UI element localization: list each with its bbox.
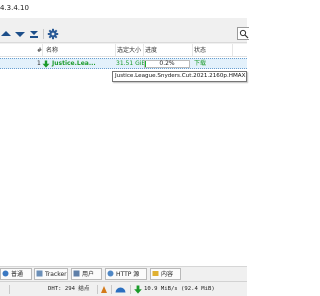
tab-content-label: 内容 xyxy=(161,271,174,278)
row-name: Justice.Lea... xyxy=(52,60,96,67)
tab-peers[interactable]: 用户 xyxy=(71,268,102,280)
column-header-name[interactable]: 名称 xyxy=(46,44,58,57)
row-status: 下载 xyxy=(194,60,207,67)
status-separator xyxy=(111,285,112,294)
gear-icon[interactable] xyxy=(47,28,59,40)
peers-icon xyxy=(73,270,80,277)
toolbar xyxy=(0,25,249,43)
row-size: 31.51 GiB xyxy=(116,60,146,67)
speed-limit-icon[interactable] xyxy=(115,286,126,293)
tab-tracker-label: Tracker xyxy=(45,271,67,278)
table-header: # 名称 选定大小 进度 状态 xyxy=(0,44,247,57)
status-separator xyxy=(130,285,131,294)
progress-text: 0.2% xyxy=(159,60,175,67)
status-separator xyxy=(9,285,10,294)
download-arrow-icon xyxy=(42,60,50,68)
tracker-icon xyxy=(36,270,43,277)
firewall-icon[interactable] xyxy=(101,286,107,293)
http-icon xyxy=(107,270,114,277)
move-up-icon[interactable] xyxy=(0,28,12,40)
content-icon xyxy=(152,271,159,276)
status-separator xyxy=(97,285,98,294)
search-input[interactable] xyxy=(237,27,249,40)
tab-http-sources-label: HTTP 源 xyxy=(116,271,140,278)
tab-general-label: 普通 xyxy=(11,271,24,278)
title-bar: 4.3.4.10 xyxy=(0,0,247,18)
status-bar: DHT: 294 结点 10.9 MiB/s (92.4 MiB) xyxy=(0,281,247,296)
move-bottom-icon[interactable] xyxy=(28,28,40,40)
column-divider xyxy=(115,44,116,57)
toolbar-separator xyxy=(43,29,44,39)
column-header-progress[interactable]: 进度 xyxy=(145,44,157,57)
column-divider xyxy=(143,44,144,57)
progress-bar: 0.2% xyxy=(144,60,190,68)
tab-peers-label: 用户 xyxy=(82,271,95,278)
download-speed-icon xyxy=(134,285,142,294)
column-header-size[interactable]: 选定大小 xyxy=(117,44,141,57)
column-divider xyxy=(192,44,193,57)
name-tooltip: Justice.League.Snyders.Cut.2021.2160p.HM… xyxy=(112,71,247,82)
column-header-status[interactable]: 状态 xyxy=(194,44,206,57)
download-speed: 10.9 MiB/s (92.4 MiB) xyxy=(144,286,215,292)
info-icon xyxy=(2,270,9,277)
row-index: 1 xyxy=(37,60,41,67)
column-divider xyxy=(42,44,43,57)
tab-tracker[interactable]: Tracker xyxy=(34,268,68,280)
tab-content[interactable]: 内容 xyxy=(150,268,181,280)
window-title: 4.3.4.10 xyxy=(0,4,29,12)
app-window: 4.3.4.10 # 名称 选定大小 进度 状态 1 Justice.Lea..… xyxy=(0,0,249,296)
tab-http-sources[interactable]: HTTP 源 xyxy=(105,268,147,280)
move-down-icon[interactable] xyxy=(14,28,26,40)
search-icon xyxy=(239,29,249,39)
dht-status: DHT: 294 结点 xyxy=(48,286,90,292)
table-row[interactable]: 1 Justice.Lea... 31.51 GiB 0.2% 下载 xyxy=(0,58,247,69)
detail-tabs: 普通 Tracker 用户 HTTP 源 内容 xyxy=(0,266,247,280)
tab-general[interactable]: 普通 xyxy=(0,268,32,280)
torrent-list[interactable]: # 名称 选定大小 进度 状态 1 Justice.Lea... 31.51 G… xyxy=(0,44,247,266)
column-divider xyxy=(232,44,233,57)
